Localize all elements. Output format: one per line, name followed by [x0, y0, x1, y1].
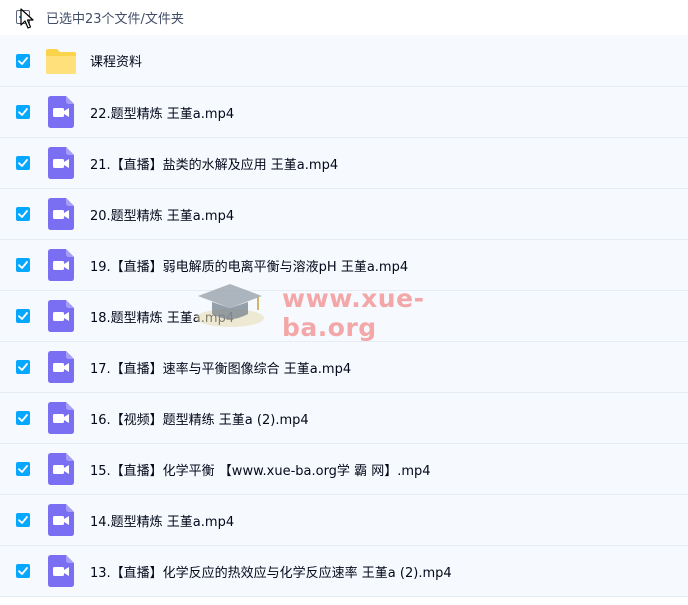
row-checkbox[interactable] — [16, 564, 30, 578]
file-name[interactable]: 20.题型精炼 王堇a.mp4 — [90, 205, 234, 224]
video-file-icon — [45, 351, 77, 383]
file-name[interactable]: 课程资料 — [90, 51, 142, 70]
row-checkbox[interactable] — [16, 105, 30, 119]
file-row[interactable]: 20.题型精炼 王堇a.mp4 — [0, 189, 688, 240]
row-checkbox[interactable] — [16, 156, 30, 170]
video-file-icon — [45, 198, 77, 230]
file-row[interactable]: 21.【直播】盐类的水解及应用 王堇a.mp4 — [0, 138, 688, 189]
file-name[interactable]: 19.【直播】弱电解质的电离平衡与溶液pH 王堇a.mp4 — [90, 256, 408, 275]
row-checkbox[interactable] — [16, 360, 30, 374]
file-row[interactable]: 课程资料 — [0, 35, 688, 87]
file-row[interactable]: 16.【视频】题型精练 王堇a (2).mp4 — [0, 393, 688, 444]
file-name[interactable]: 22.题型精炼 王堇a.mp4 — [90, 103, 234, 122]
row-checkbox[interactable] — [16, 207, 30, 221]
video-file-icon — [45, 96, 77, 128]
file-name[interactable]: 13.【直播】化学反应的热效应与化学反应速率 王堇a (2).mp4 — [90, 562, 452, 581]
selection-header: 已选中23个文件/文件夹 — [0, 0, 688, 34]
row-checkbox[interactable] — [16, 462, 30, 476]
file-row[interactable]: 17.【直播】速率与平衡图像综合 王堇a.mp4 — [0, 342, 688, 393]
video-file-icon — [45, 555, 77, 587]
file-row[interactable]: 22.题型精炼 王堇a.mp4 — [0, 87, 688, 138]
file-row[interactable]: 18.题型精炼 王堇a.mp4 — [0, 291, 688, 342]
file-row[interactable]: 13.【直播】化学反应的热效应与化学反应速率 王堇a (2).mp4 — [0, 546, 688, 597]
video-file-icon — [45, 147, 77, 179]
file-name[interactable]: 17.【直播】速率与平衡图像综合 王堇a.mp4 — [90, 358, 351, 377]
file-row[interactable]: 19.【直播】弱电解质的电离平衡与溶液pH 王堇a.mp4 — [0, 240, 688, 291]
row-checkbox[interactable] — [16, 258, 30, 272]
video-file-icon — [45, 249, 77, 281]
file-row[interactable]: 14.题型精炼 王堇a.mp4 — [0, 495, 688, 546]
video-file-icon — [45, 504, 77, 536]
video-file-icon — [45, 453, 77, 485]
video-file-icon — [45, 300, 77, 332]
row-checkbox[interactable] — [16, 309, 30, 323]
file-list: 课程资料 22.题型精炼 王堇a.mp4 21.【直播】盐类的水解及应用 王堇a.m… — [0, 35, 688, 597]
video-file-icon — [45, 402, 77, 434]
row-checkbox[interactable] — [16, 411, 30, 425]
file-name[interactable]: 21.【直播】盐类的水解及应用 王堇a.mp4 — [90, 154, 338, 173]
file-name[interactable]: 15.【直播】化学平衡 【www.xue-ba.org学 霸 网】.mp4 — [90, 460, 431, 479]
selection-count-text: 已选中23个文件/文件夹 — [46, 11, 184, 27]
file-name[interactable]: 14.题型精炼 王堇a.mp4 — [90, 511, 234, 530]
folder-icon — [45, 45, 77, 77]
row-checkbox[interactable] — [16, 53, 30, 68]
mouse-pointer-icon — [20, 8, 34, 29]
file-row[interactable]: 15.【直播】化学平衡 【www.xue-ba.org学 霸 网】.mp4 — [0, 444, 688, 495]
file-name[interactable]: 16.【视频】题型精练 王堇a (2).mp4 — [90, 409, 309, 428]
row-checkbox[interactable] — [16, 513, 30, 527]
file-name[interactable]: 18.题型精炼 王堇a.mp4 — [90, 307, 234, 326]
